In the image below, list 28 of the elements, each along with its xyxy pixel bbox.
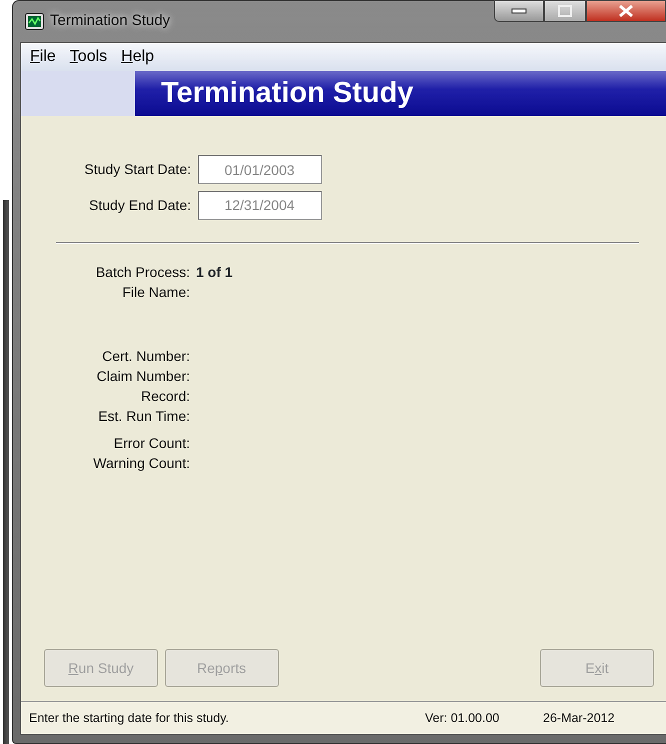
date-field[interactable]: 12/31/2004 (198, 190, 322, 220)
menu-item[interactable]: Tools (70, 45, 108, 69)
status-message: Enter the starting date for this study. (29, 710, 230, 727)
field-label: Cert. Number: (101, 347, 190, 366)
field-value: 1 of 1 (196, 263, 233, 282)
close-button[interactable] (586, 0, 666, 22)
version-text: Ver: 01.00.00 (425, 710, 500, 727)
app-icon (25, 13, 44, 30)
maximize-button[interactable] (544, 0, 586, 22)
maximize-icon (558, 5, 572, 17)
field-label: Warning Count: (92, 454, 190, 473)
close-icon (618, 4, 634, 18)
menu-item[interactable]: File (30, 45, 56, 69)
field-label: Error Count: (112, 434, 190, 453)
field-label: Batch Process: (94, 263, 190, 282)
minimize-icon (511, 8, 527, 14)
field-label: Study End Date: (88, 196, 191, 215)
field-label: Record: (140, 387, 190, 406)
minimize-button[interactable] (494, 0, 544, 22)
date-field[interactable]: 01/01/2003 (198, 155, 322, 184)
date-text: 26-Mar-2012 (543, 710, 615, 727)
field-label: Claim Number: (96, 367, 190, 386)
field-label: Study Start Date: (83, 160, 191, 179)
menu-item[interactable]: Help (121, 45, 154, 69)
field-label: Est. Run Time: (97, 407, 190, 426)
window-title: Termination Study (50, 11, 170, 32)
banner-title: Termination Study (135, 71, 666, 116)
field-label: File Name: (121, 283, 190, 302)
